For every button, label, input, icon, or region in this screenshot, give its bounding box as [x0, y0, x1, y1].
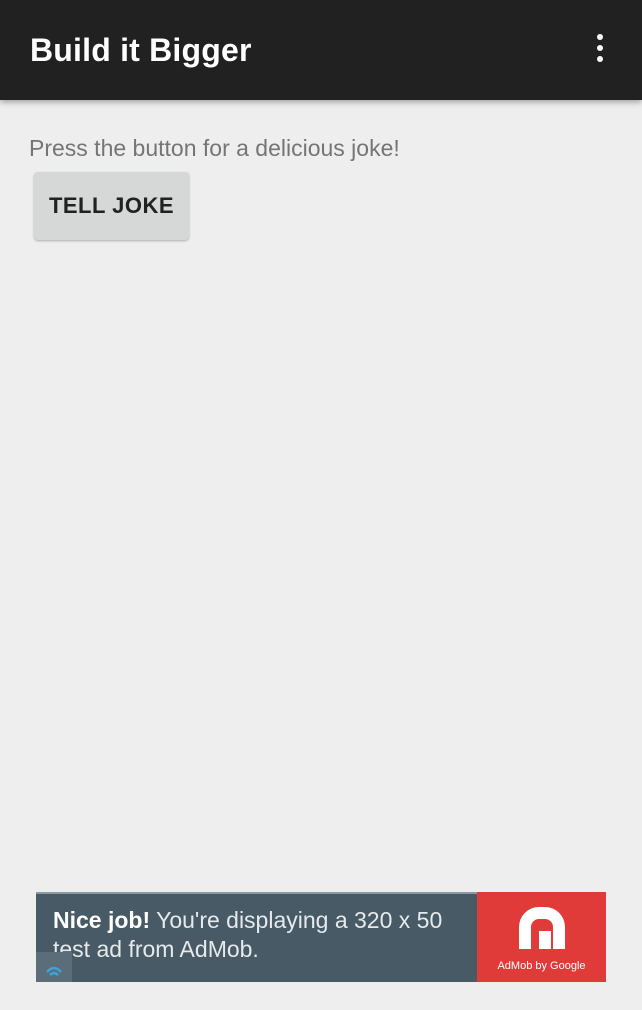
- admob-caption: AdMob by Google: [497, 960, 586, 972]
- app-bar: Build it Bigger: [0, 0, 642, 100]
- tell-joke-button[interactable]: TELL JOKE: [34, 172, 189, 240]
- more-vert-icon[interactable]: [580, 34, 620, 68]
- overflow-dot: [597, 34, 603, 40]
- adchoices-glyph: [46, 966, 62, 976]
- main-content: Press the button for a delicious joke! T…: [0, 100, 642, 1010]
- ad-text: Nice job! You're displaying a 320 x 50 t…: [53, 906, 473, 964]
- admob-logo-icon: [519, 907, 565, 949]
- adchoices-icon[interactable]: [36, 952, 72, 982]
- admob-logo: AdMob by Google: [477, 892, 606, 982]
- app-title: Build it Bigger: [30, 32, 252, 68]
- overflow-dot: [597, 45, 603, 51]
- ad-headline: Nice job!: [53, 907, 151, 933]
- instructions-text: Press the button for a delicious joke!: [29, 135, 400, 161]
- overflow-dot: [597, 56, 603, 62]
- ad-banner[interactable]: Nice job! You're displaying a 320 x 50 t…: [36, 892, 606, 982]
